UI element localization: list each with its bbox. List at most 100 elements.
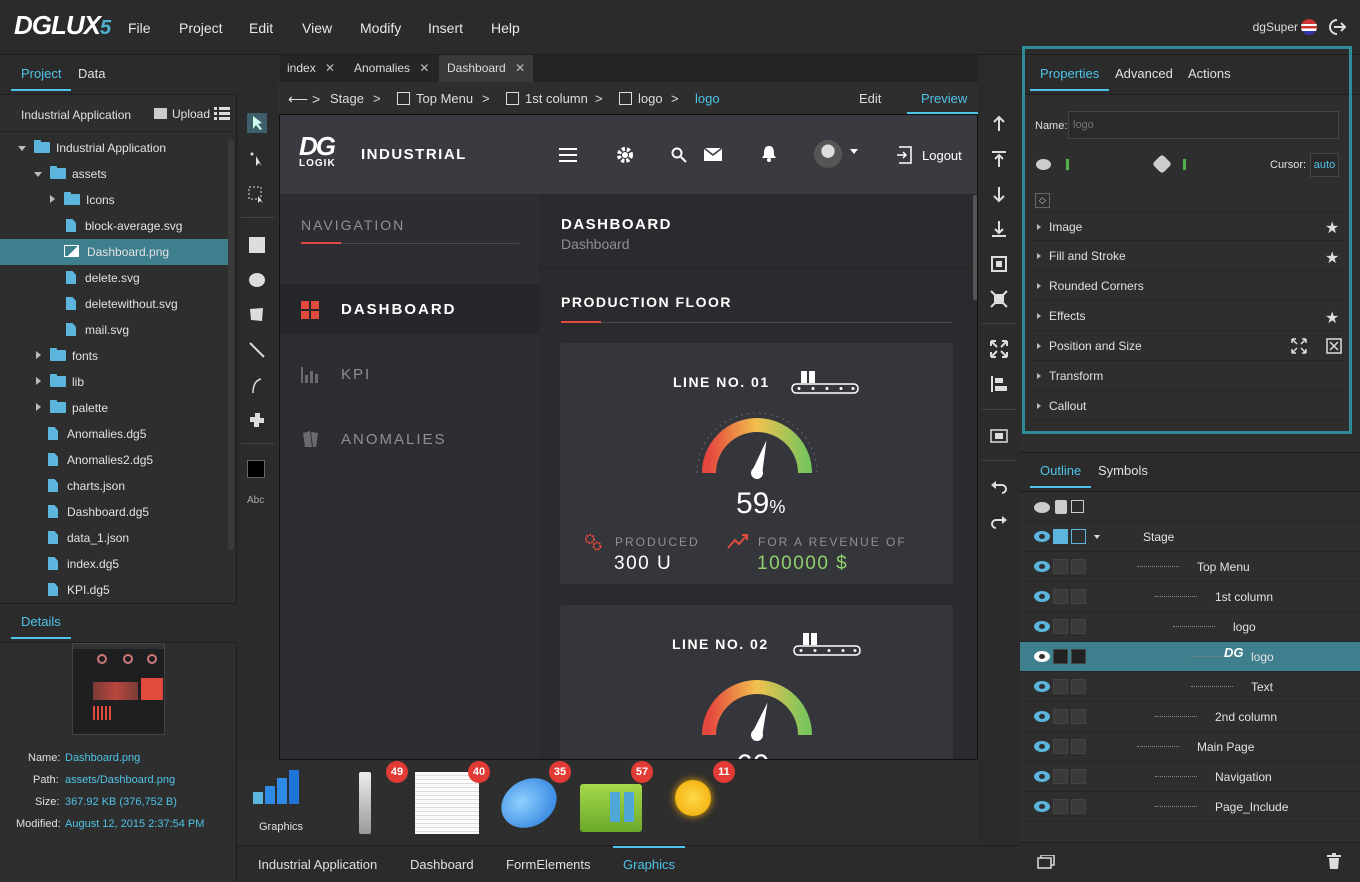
bring-to-front-icon[interactable]: [990, 150, 1008, 168]
outline-row[interactable]: logo: [1020, 612, 1360, 642]
edit-toggle[interactable]: [1071, 619, 1086, 634]
tab-details[interactable]: Details: [11, 614, 71, 639]
outline-row[interactable]: Navigation: [1020, 762, 1360, 792]
back-arrow-icon[interactable]: ⟵ >: [288, 91, 320, 108]
align-left-icon[interactable]: [990, 375, 1008, 393]
eye-icon[interactable]: [1034, 771, 1050, 782]
crumb-stage[interactable]: Stage: [330, 91, 364, 106]
tree-folder[interactable]: Industrial Application: [0, 135, 228, 161]
bell-icon[interactable]: [761, 145, 777, 163]
lock-icon[interactable]: [1055, 500, 1067, 514]
tree-folder[interactable]: assets: [0, 161, 228, 187]
chevron-down-icon[interactable]: [850, 149, 858, 154]
trash-icon[interactable]: [1327, 853, 1341, 869]
tree-folder[interactable]: Icons: [0, 187, 228, 213]
select-tool-icon[interactable]: [247, 113, 267, 133]
logout-icon[interactable]: [1325, 17, 1347, 37]
property-section[interactable]: Effects: [1028, 301, 1344, 331]
crumb-logo[interactable]: logo: [638, 91, 663, 106]
edit-mode-button[interactable]: Edit: [859, 91, 881, 106]
pointer-events-toggle[interactable]: [1182, 158, 1187, 171]
chevron-right-icon[interactable]: [50, 195, 55, 203]
slider-graphic[interactable]: [359, 772, 371, 834]
undo-icon[interactable]: [990, 478, 1008, 496]
mail-icon[interactable]: [704, 148, 724, 162]
visibility-toggle[interactable]: [1065, 158, 1070, 171]
edit-icon[interactable]: [1071, 500, 1084, 513]
outline-row[interactable]: Main Page: [1020, 732, 1360, 762]
eye-icon[interactable]: [1034, 651, 1050, 662]
edit-toggle[interactable]: [1071, 559, 1086, 574]
eye-icon[interactable]: [1034, 801, 1050, 812]
menu-project[interactable]: Project: [179, 20, 223, 36]
path-tool-icon[interactable]: [247, 375, 267, 395]
ellipse-tool-icon[interactable]: [247, 270, 267, 290]
eye-icon[interactable]: [1034, 711, 1050, 722]
eye-icon[interactable]: [1034, 741, 1050, 752]
lock-toggle[interactable]: [1053, 769, 1068, 784]
cursor-select[interactable]: auto: [1310, 153, 1339, 177]
chevron-down-icon[interactable]: [18, 146, 26, 151]
menu-view[interactable]: View: [302, 20, 332, 36]
eye-icon[interactable]: [1034, 681, 1050, 692]
rectangle-tool-icon[interactable]: [247, 235, 267, 255]
star-icon[interactable]: ★: [1325, 218, 1339, 238]
align-center-icon[interactable]: [990, 427, 1008, 445]
ungroup-icon[interactable]: [990, 290, 1008, 308]
tab-advanced[interactable]: Advanced: [1115, 66, 1173, 81]
tree-folder[interactable]: palette: [0, 395, 228, 421]
property-section[interactable]: Image: [1028, 211, 1344, 241]
line-tool-icon[interactable]: [247, 340, 267, 360]
tree-file[interactable]: mail.svg: [0, 317, 228, 343]
redo-icon[interactable]: [990, 513, 1008, 531]
edit-toggle[interactable]: [1071, 799, 1086, 814]
flag-icon[interactable]: [1301, 19, 1317, 35]
tree-folder[interactable]: lib: [0, 369, 228, 395]
bring-forward-icon[interactable]: [990, 115, 1008, 133]
star-icon[interactable]: ★: [1325, 248, 1339, 268]
tree-file[interactable]: Dashboard.png: [0, 239, 228, 265]
avatar[interactable]: [814, 140, 842, 168]
send-backward-icon[interactable]: [990, 185, 1008, 203]
lock-toggle[interactable]: [1053, 559, 1068, 574]
hamburger-icon[interactable]: [559, 147, 579, 163]
gear-icon[interactable]: [616, 146, 634, 164]
library-tab-dashboard[interactable]: Dashboard: [410, 857, 474, 872]
outline-row[interactable]: 2nd column: [1020, 702, 1360, 732]
lock-toggle[interactable]: [1053, 649, 1068, 664]
doc-tab-index[interactable]: index ✕: [279, 55, 343, 82]
star-icon[interactable]: ★: [1325, 308, 1339, 328]
lock-toggle[interactable]: [1053, 589, 1068, 604]
user-name[interactable]: dgSuper: [1253, 20, 1298, 34]
fill-color-swatch[interactable]: [247, 460, 267, 480]
menu-edit[interactable]: Edit: [249, 20, 273, 36]
chevron-down-icon[interactable]: [1094, 535, 1100, 539]
lock-toggle[interactable]: [1053, 709, 1068, 724]
edit-toggle[interactable]: [1071, 589, 1086, 604]
library-tab-industrial[interactable]: Industrial Application: [258, 857, 377, 872]
chevron-right-icon[interactable]: [36, 351, 41, 359]
tree-file[interactable]: index.dg5: [0, 551, 228, 577]
edit-toggle[interactable]: [1071, 649, 1086, 664]
upload-icon[interactable]: [154, 108, 167, 119]
property-section[interactable]: Fill and Stroke: [1028, 241, 1344, 271]
search-icon[interactable]: [671, 147, 687, 163]
tree-file[interactable]: KPI.dg5: [0, 577, 228, 603]
tree-file[interactable]: delete.svg: [0, 265, 228, 291]
outline-row[interactable]: Top Menu: [1020, 552, 1360, 582]
component-tool-icon[interactable]: [247, 410, 267, 430]
tree-folder[interactable]: fonts: [0, 343, 228, 369]
name-field[interactable]: [1068, 111, 1339, 139]
outline-row[interactable]: Stage: [1020, 522, 1360, 552]
edit-toggle[interactable]: [1071, 529, 1086, 544]
lock-toggle[interactable]: [1053, 739, 1068, 754]
preview-mode-button[interactable]: Preview: [921, 91, 967, 106]
menu-modify[interactable]: Modify: [360, 20, 401, 36]
chevron-down-icon[interactable]: [34, 172, 42, 177]
list-view-icon[interactable]: [214, 107, 230, 121]
tree-scrollbar[interactable]: [228, 140, 234, 550]
sun-graphic[interactable]: [675, 780, 711, 816]
property-section[interactable]: Transform: [1028, 361, 1344, 391]
duplicate-icon[interactable]: [1037, 855, 1055, 869]
edit-toggle[interactable]: [1071, 679, 1086, 694]
